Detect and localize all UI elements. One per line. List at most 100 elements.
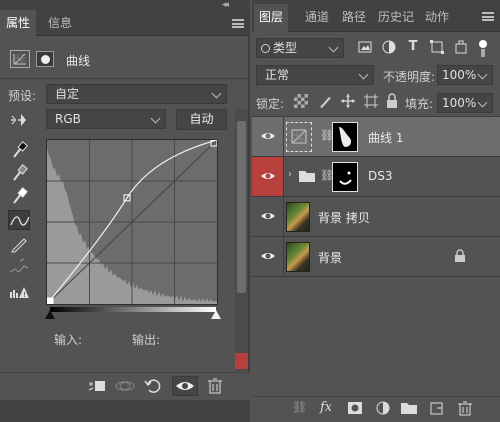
tab-layers[interactable]: 图层 — [254, 4, 289, 32]
view-previous-icon[interactable] — [114, 376, 136, 396]
clip-to-layer-icon[interactable] — [86, 376, 108, 396]
blend-mode-value: 正常 — [265, 68, 290, 82]
lock-all-icon[interactable] — [385, 93, 399, 112]
adjustment-title: 曲线 — [66, 54, 91, 68]
layers-menu-icon[interactable] — [482, 12, 494, 21]
visibility-icon[interactable] — [172, 376, 198, 396]
new-layer-icon[interactable] — [428, 400, 446, 416]
visibility-toggle[interactable] — [252, 157, 284, 196]
preset-value: 自定 — [55, 87, 80, 101]
clipping-warning-icon[interactable]: ! — [8, 282, 30, 302]
layer-name: 背景 拷贝 — [318, 211, 370, 225]
folder-icon — [298, 168, 316, 187]
properties-tabbar — [0, 10, 250, 36]
fill-value: 100% — [442, 96, 477, 110]
eye-icon — [261, 173, 275, 179]
lock-label: 锁定: — [256, 97, 285, 111]
lock-artboard-icon[interactable] — [363, 93, 379, 112]
lock-icon — [455, 249, 465, 262]
layer-name: 背景 — [318, 251, 343, 265]
auto-button[interactable]: 自动 — [176, 109, 227, 130]
filter-adjustment-icon[interactable] — [381, 39, 397, 55]
layer-mask-icon[interactable] — [36, 51, 54, 67]
white-point-slider[interactable] — [211, 310, 221, 319]
tab-actions[interactable]: 动作 — [420, 4, 454, 32]
add-mask-icon[interactable] — [346, 400, 364, 416]
tab-properties[interactable]: 属性 — [0, 10, 37, 36]
curve-control-point[interactable] — [46, 297, 54, 305]
opacity-label: 不透明度: — [383, 70, 436, 84]
preset-label: 预设: — [8, 89, 37, 103]
lock-image-icon[interactable] — [317, 93, 333, 112]
search-icon — [261, 44, 270, 53]
black-point-slider[interactable] — [45, 310, 55, 319]
panel-top-strip — [0, 0, 250, 10]
new-group-icon[interactable] — [400, 400, 418, 416]
tab-channels[interactable]: 通道 — [300, 4, 334, 32]
curve-graph[interactable] — [46, 139, 218, 305]
preset-dropdown[interactable]: 自定 — [46, 84, 227, 104]
fill-field[interactable]: 100% — [437, 93, 493, 113]
layer-row-group-ds3[interactable]: › ⛓ DS3 — [252, 157, 500, 197]
filter-pixel-icon[interactable] — [357, 39, 373, 55]
layer-name: DS3 — [368, 169, 393, 183]
layer-row-background[interactable]: 背景 — [252, 237, 500, 277]
fx-icon[interactable]: fx — [320, 400, 338, 416]
collapse-icon[interactable]: ◂◂ — [222, 0, 229, 10]
input-gradient-bar — [50, 307, 216, 312]
filter-type-dropdown[interactable]: 类型 — [256, 38, 344, 58]
smooth-icon[interactable] — [8, 257, 30, 277]
visibility-toggle[interactable] — [252, 117, 284, 156]
curves-adjustment-icon[interactable] — [10, 50, 30, 68]
layer-thumbnail[interactable] — [286, 242, 310, 272]
link-layers-icon[interactable]: ⛓ — [292, 400, 310, 416]
scrollbar-thumb[interactable] — [237, 121, 246, 293]
delete-layer-icon[interactable] — [456, 400, 474, 416]
filter-toggle[interactable] — [478, 40, 488, 58]
new-adjustment-icon[interactable] — [374, 400, 392, 416]
opacity-field[interactable]: 100% — [437, 65, 493, 85]
filter-smart-object-icon[interactable] — [453, 39, 469, 55]
channel-value: RGB — [55, 112, 81, 126]
tab-history[interactable]: 历史记 — [373, 4, 419, 32]
white-eyedropper-icon[interactable] — [8, 186, 30, 206]
black-eyedropper-icon[interactable] — [8, 140, 30, 160]
layer-name: 曲线 1 — [368, 131, 404, 145]
filter-type-icon[interactable]: T — [405, 39, 421, 55]
opacity-value: 100% — [442, 68, 477, 82]
visibility-toggle[interactable] — [252, 237, 284, 276]
target-adjust-icon[interactable] — [8, 110, 30, 130]
eye-icon — [261, 213, 275, 219]
chevron-right-icon[interactable]: › — [288, 169, 292, 180]
panel-menu-icon[interactable] — [232, 19, 244, 28]
properties-footer — [0, 400, 250, 422]
filter-shape-icon[interactable] — [429, 39, 445, 55]
fill-label: 填充: — [405, 97, 434, 111]
reset-icon[interactable] — [142, 376, 164, 396]
curves-thumbnail-icon[interactable] — [286, 122, 312, 152]
lock-transparent-icon[interactable] — [294, 94, 308, 108]
eye-icon — [261, 253, 275, 259]
filter-value: 类型 — [273, 41, 298, 55]
divider — [0, 78, 250, 79]
layer-thumbnail[interactable] — [286, 202, 310, 232]
visibility-toggle[interactable] — [252, 197, 284, 236]
svg-text:!: ! — [23, 291, 26, 299]
tab-paths[interactable]: 路径 — [337, 4, 371, 32]
output-label: 输出: — [132, 333, 161, 347]
tab-info[interactable]: 信息 — [42, 10, 78, 36]
blend-mode-dropdown[interactable]: 正常 — [256, 65, 374, 85]
curve-edit-icon[interactable] — [8, 210, 30, 230]
curve-svg[interactable] — [46, 139, 218, 305]
layer-mask-thumbnail[interactable] — [332, 122, 358, 152]
input-label: 输入: — [54, 333, 83, 347]
scrollbar-end — [235, 353, 248, 369]
layer-row-curves[interactable]: ⛓ 曲线 1 — [252, 117, 500, 157]
delete-icon[interactable] — [204, 376, 226, 396]
pencil-icon[interactable] — [8, 234, 30, 254]
layer-row-background-copy[interactable]: 背景 拷贝 — [252, 197, 500, 237]
channel-dropdown[interactable]: RGB — [46, 109, 166, 129]
lock-position-icon[interactable] — [340, 93, 356, 112]
gray-eyedropper-icon[interactable] — [8, 163, 30, 183]
group-mask-thumbnail[interactable] — [332, 162, 358, 192]
